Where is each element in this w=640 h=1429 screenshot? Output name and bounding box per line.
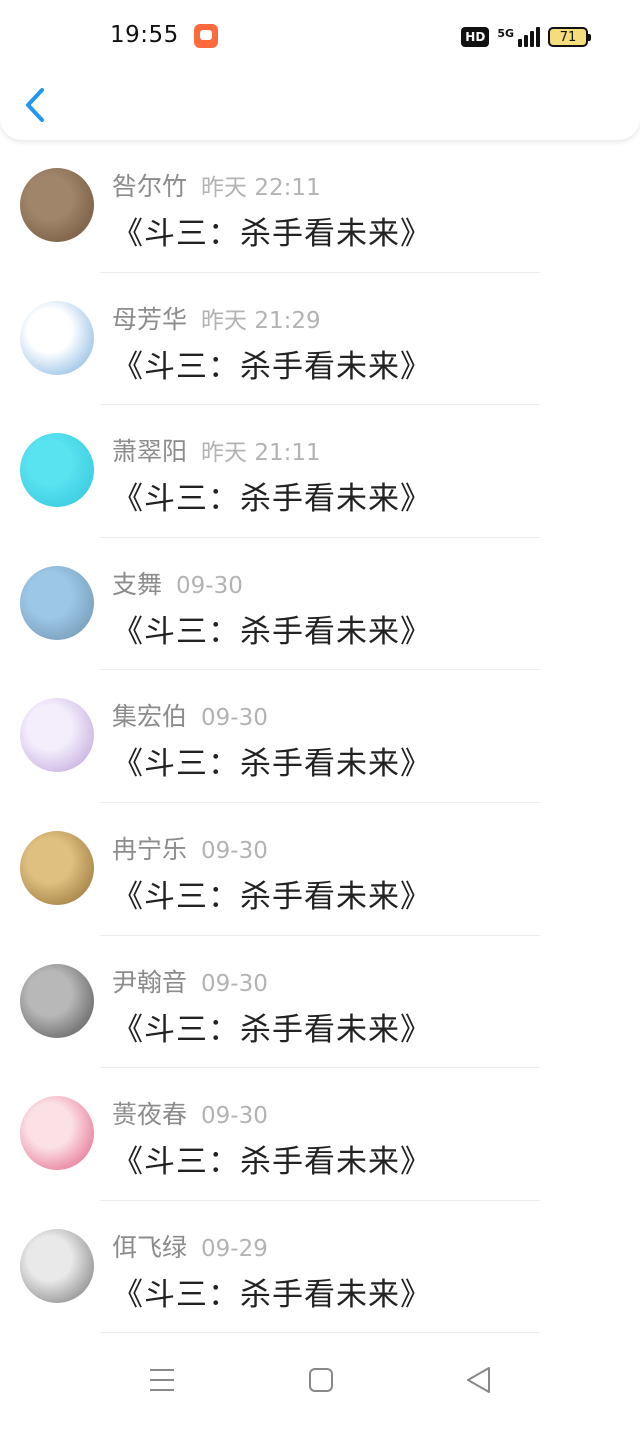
- list-item[interactable]: 蒉夜春 09-30 《斗三：杀手看未来》: [0, 1068, 640, 1201]
- sender-name-text: 尹翰音: [112, 967, 188, 997]
- sender-name-text: 母芳华: [112, 304, 188, 334]
- sender-name-text: 萧翠阳: [112, 437, 188, 467]
- message-list: 咎尔竹 昨天 22:11 《斗三：杀手看未来》 母芳华 昨天 21:29 《斗三：杀手看未…: [0, 140, 640, 1334]
- sender-name: 蒉夜春 09-30: [112, 1095, 268, 1131]
- sender-name: 支舞 09-30: [112, 565, 243, 601]
- top-bar: 19:55 HD 5G 71: [0, 0, 640, 140]
- message-time: 09-29: [201, 1235, 268, 1262]
- list-item[interactable]: 集宏伯 09-30 《斗三：杀手看未来》: [0, 670, 640, 803]
- status-time: 19:55: [110, 22, 179, 48]
- back-nav-icon[interactable]: [459, 1360, 499, 1400]
- sender-name-text: 冉宁乐: [112, 834, 188, 864]
- list-item[interactable]: 母芳华 昨天 21:29 《斗三：杀手看未来》: [0, 273, 640, 406]
- list-item[interactable]: 萧翠阳 昨天 21:11 《斗三：杀手看未来》: [0, 405, 640, 538]
- sender-name: 母芳华 昨天 21:29: [112, 300, 321, 336]
- message-time: 09-30: [201, 705, 268, 732]
- avatar[interactable]: [20, 1228, 94, 1303]
- sender-name: 萧翠阳 昨天 21:11: [112, 432, 321, 468]
- home-nav-icon[interactable]: [301, 1360, 341, 1400]
- list-item[interactable]: 咎尔竹 昨天 22:11 《斗三：杀手看未来》: [0, 140, 640, 273]
- list-item[interactable]: 冉宁乐 09-30 《斗三：杀手看未来》: [0, 803, 640, 936]
- list-item[interactable]: 尹翰音 09-30 《斗三：杀手看未来》: [0, 936, 640, 1069]
- message-time: 昨天 22:11: [201, 175, 321, 201]
- message-text: 《斗三：杀手看未来》: [112, 216, 432, 252]
- message-text: 《斗三：杀手看未来》: [112, 348, 432, 385]
- avatar[interactable]: [20, 698, 94, 773]
- sender-name: 佴飞绿 09-29: [112, 1228, 268, 1264]
- list-item[interactable]: 佴飞绿 09-29 《斗三：杀手看未来》: [0, 1201, 640, 1334]
- battery-level: 71: [559, 29, 577, 45]
- message-text: 《斗三：杀手看未来》: [112, 1276, 432, 1313]
- message-text: 《斗三：杀手看未来》: [112, 1011, 432, 1048]
- divider: [100, 1332, 540, 1334]
- sender-name: 集宏伯 09-30: [112, 697, 268, 733]
- sender-name: 咎尔竹 昨天 22:11: [112, 167, 321, 203]
- network-type-label: 5G: [497, 27, 514, 40]
- message-text: 《斗三：杀手看未来》: [112, 613, 432, 650]
- sender-name-text: 集宏伯: [112, 702, 188, 732]
- avatar[interactable]: [20, 300, 94, 375]
- message-time: 昨天 21:11: [201, 440, 321, 467]
- back-arrow-icon[interactable]: [22, 86, 48, 124]
- sender-name-text: 咎尔竹: [112, 172, 188, 201]
- message-text: 《斗三：杀手看未来》: [112, 878, 432, 915]
- avatar[interactable]: [20, 830, 94, 905]
- sender-name-text: 支舞: [112, 569, 163, 599]
- sender-name: 冉宁乐 09-30: [112, 830, 268, 866]
- avatar[interactable]: [20, 1096, 94, 1171]
- hd-icon: HD: [461, 27, 490, 47]
- sender-name: 尹翰音 09-30: [112, 963, 268, 999]
- avatar[interactable]: [20, 433, 94, 508]
- message-text: 《斗三：杀手看未来》: [112, 481, 432, 518]
- avatar[interactable]: [20, 565, 94, 640]
- message-text: 《斗三：杀手看未来》: [112, 1144, 432, 1181]
- battery-icon: 71: [548, 27, 591, 47]
- message-time: 09-30: [201, 837, 268, 864]
- app-notification-icon: [194, 24, 218, 48]
- status-icons: HD 5G 71: [461, 24, 591, 50]
- message-time: 昨天 21:29: [201, 307, 321, 334]
- message-time: 09-30: [201, 1103, 268, 1130]
- menu-nav-icon[interactable]: [142, 1360, 182, 1400]
- sender-name-text: 蒉夜春: [112, 1100, 188, 1130]
- list-item[interactable]: 支舞 09-30 《斗三：杀手看未来》: [0, 538, 640, 671]
- avatar[interactable]: [20, 963, 94, 1038]
- message-time: 09-30: [201, 970, 268, 997]
- message-text: 《斗三：杀手看未来》: [112, 746, 432, 783]
- signal-icon: 5G: [497, 27, 540, 47]
- sender-name-text: 佴飞绿: [112, 1232, 188, 1262]
- avatar[interactable]: [20, 168, 94, 242]
- message-time: 09-30: [176, 572, 243, 599]
